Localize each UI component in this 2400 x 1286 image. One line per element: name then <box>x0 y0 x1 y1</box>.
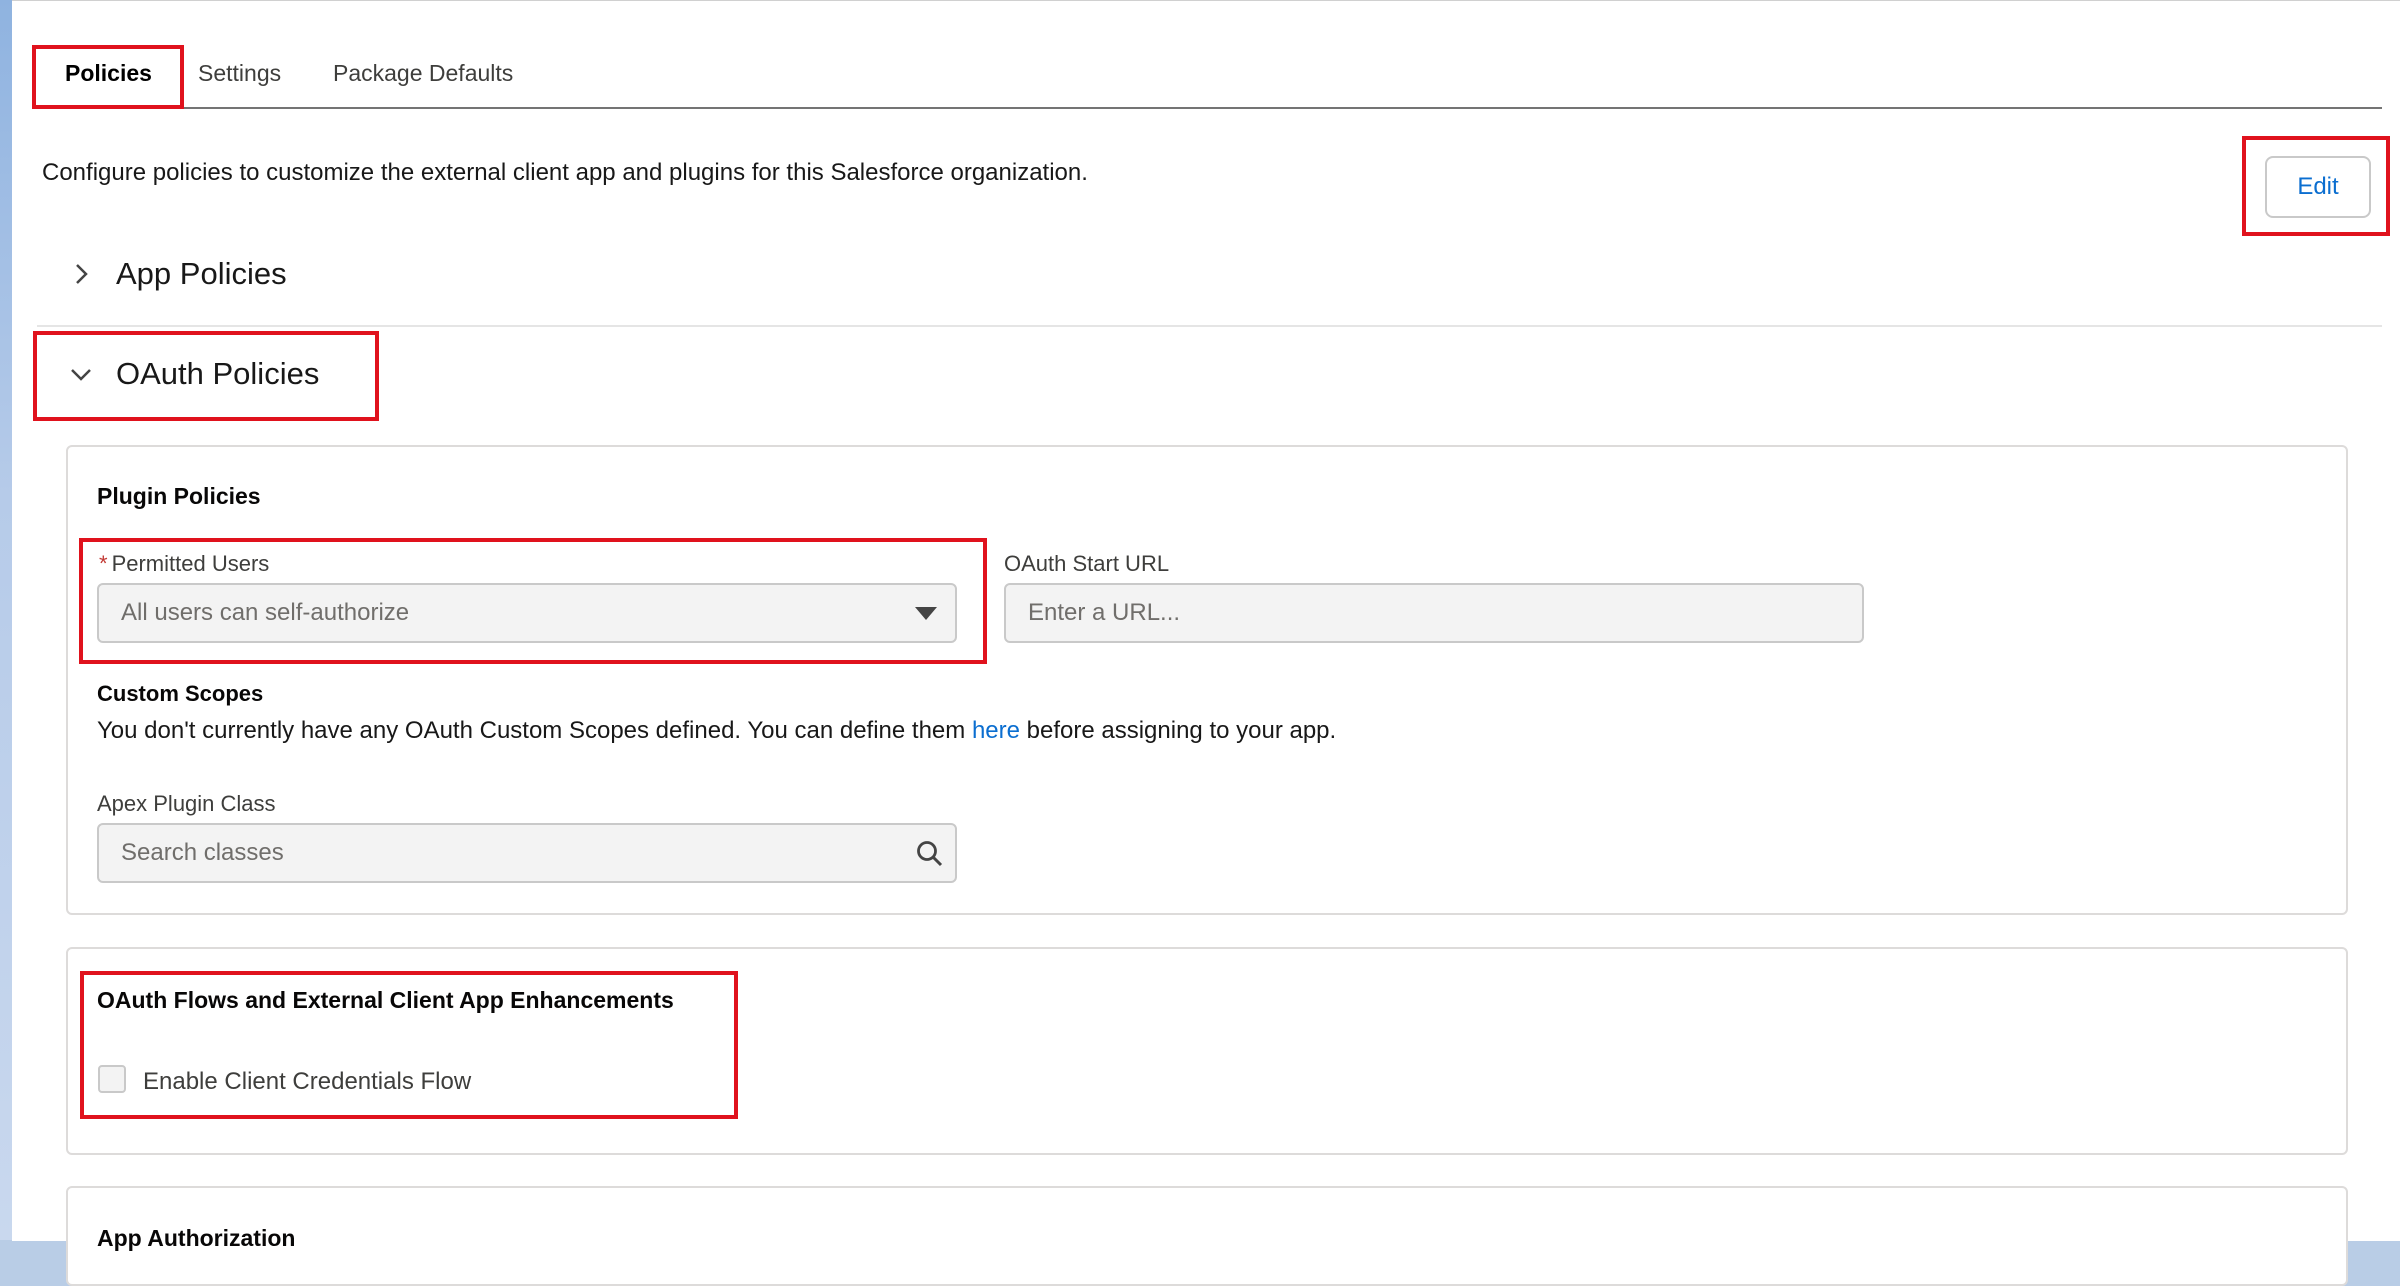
define-scopes-link[interactable]: here <box>972 717 1020 744</box>
oauth-start-url-label: OAuth Start URL <box>1004 551 1170 576</box>
oauth-flows-heading: OAuth Flows and External Client App Enha… <box>97 987 674 1013</box>
dropdown-caret-icon <box>915 607 937 620</box>
oauth-policies-header[interactable]: OAuth Policies <box>68 349 368 399</box>
app-policies-header[interactable]: App Policies <box>68 249 468 299</box>
permitted-users-value: All users can self-authorize <box>121 599 410 626</box>
required-marker: * <box>99 551 108 576</box>
app-authorization-card <box>66 1186 2348 1286</box>
oauth-flows-card <box>66 947 2348 1155</box>
permitted-users-label: * Permitted Users <box>99 551 270 576</box>
tab-policies[interactable]: Policies <box>65 53 152 93</box>
tab-package-defaults[interactable]: Package Defaults <box>333 53 513 93</box>
oauth-policies-title: OAuth Policies <box>116 356 320 391</box>
apex-plugin-class-placeholder: Search classes <box>121 839 284 866</box>
permitted-users-select[interactable]: All users can self-authorize <box>97 583 957 643</box>
tab-bar-divider <box>37 107 2382 109</box>
oauth-start-url-placeholder: Enter a URL... <box>1028 599 1181 626</box>
apex-plugin-class-label: Apex Plugin Class <box>97 791 276 816</box>
chevron-right-icon <box>76 264 88 284</box>
section-divider <box>37 325 2382 327</box>
app-authorization-heading: App Authorization <box>97 1225 296 1251</box>
intro-text: Configure policies to customize the exte… <box>42 159 1088 186</box>
plugin-policies-heading: Plugin Policies <box>97 483 261 509</box>
tab-settings[interactable]: Settings <box>198 53 281 93</box>
custom-scopes-text: You don't currently have any OAuth Custo… <box>97 717 1337 744</box>
app-policies-title: App Policies <box>116 256 287 291</box>
client-credentials-checkbox[interactable] <box>98 1065 126 1093</box>
policies-panel: Policies Settings Package Defaults Confi… <box>12 0 2400 1286</box>
edit-button[interactable]: Edit <box>2265 156 2371 218</box>
apex-plugin-class-search[interactable]: Search classes <box>97 823 957 883</box>
custom-scopes-heading: Custom Scopes <box>97 681 264 706</box>
client-credentials-label[interactable]: Enable Client Credentials Flow <box>143 1068 471 1096</box>
background-strip <box>0 0 12 1240</box>
chevron-down-icon <box>71 369 91 381</box>
oauth-start-url-input[interactable]: Enter a URL... <box>1004 583 1864 643</box>
search-icon <box>917 841 943 867</box>
